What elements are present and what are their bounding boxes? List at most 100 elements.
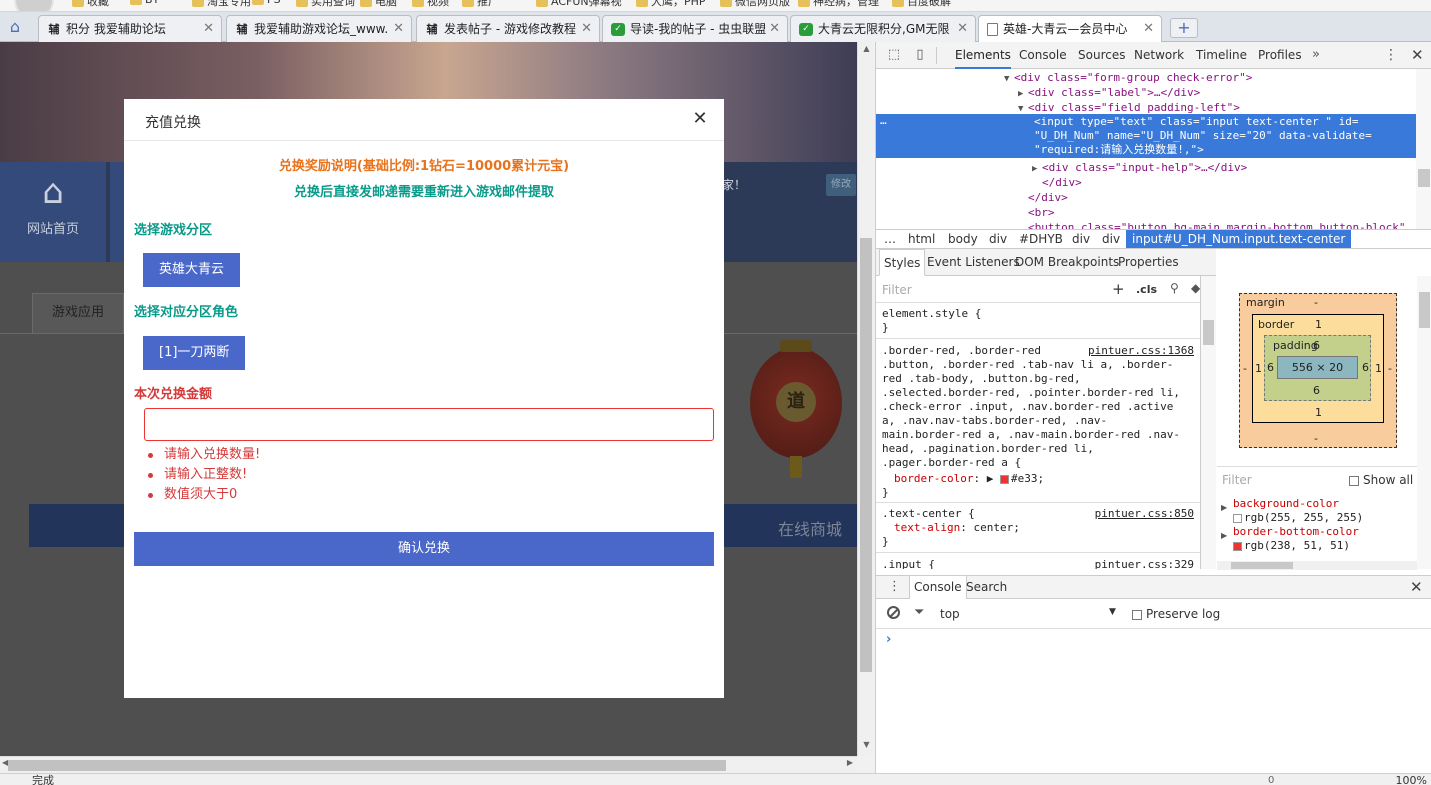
bookmark-item[interactable]: 推广 [462, 0, 499, 9]
rule-source-link[interactable]: pintuer.css:1368 [1088, 344, 1194, 358]
margin-right[interactable]: - [1388, 362, 1392, 375]
bookmark-item[interactable]: PS [252, 0, 281, 6]
checkbox-icon[interactable] [1349, 475, 1359, 486]
new-tab-button[interactable]: + [1170, 18, 1198, 38]
close-icon[interactable]: ✕ [393, 16, 404, 42]
pin-icon[interactable]: ⚲ [1170, 281, 1179, 295]
browser-tab[interactable]: ✓ 大青云无限积分,GM无限 ✕ [790, 15, 976, 42]
close-icon[interactable]: ✕ [957, 16, 968, 42]
margin-top[interactable]: - [1314, 296, 1318, 309]
subtab-dom-breakpoints[interactable]: DOM Breakpoints [1015, 249, 1119, 276]
tab-timeline[interactable]: Timeline [1196, 42, 1247, 69]
breadcrumb-item[interactable]: input#U_DH_Num.input.text-center [1126, 230, 1352, 248]
nav-item-2[interactable] [110, 162, 124, 262]
close-icon[interactable]: ✕ [203, 16, 214, 42]
margin-bottom[interactable]: - [1314, 432, 1318, 445]
page-horizontal-scrollbar[interactable]: ◀ ▶ [0, 756, 857, 773]
dom-node[interactable]: <br> [876, 205, 1416, 220]
page-vertical-scrollbar[interactable]: ▲ ▼ [857, 42, 874, 756]
close-icon[interactable]: ✕ [769, 16, 780, 42]
padding-bottom[interactable]: 6 [1313, 384, 1320, 397]
inspect-icon[interactable]: ⬚ [886, 47, 902, 63]
devtools-close-icon[interactable]: ✕ [1411, 46, 1424, 64]
breadcrumb-item[interactable]: #DHYB [1019, 230, 1063, 248]
dom-node[interactable]: ▶ <div class="input-help">…</div> [876, 160, 1416, 175]
computed-filter-input[interactable]: Filter [1222, 473, 1252, 487]
expand-triangle-icon[interactable]: ▶ [1221, 503, 1227, 512]
scrollbar-thumb[interactable] [1231, 562, 1293, 569]
browser-tab[interactable]: 辅我爱辅助游戏论坛_www. ✕ [226, 15, 412, 42]
breadcrumb-item[interactable]: div [1072, 230, 1090, 248]
dom-tree[interactable]: … <input type="text" class="input text-c… [876, 69, 1416, 229]
tab-elements[interactable]: Elements [955, 42, 1011, 69]
breadcrumb-item[interactable]: div [1102, 230, 1120, 248]
subtab-styles[interactable]: Styles [879, 249, 926, 276]
browser-tab[interactable]: 辅积分 我爱辅助论坛 ✕ [38, 15, 222, 42]
computed-hscrollbar[interactable] [1217, 561, 1417, 570]
add-rule-icon[interactable]: + [1112, 280, 1125, 298]
drawer-close-icon[interactable]: ✕ [1410, 578, 1423, 596]
scrollbar-thumb[interactable] [8, 760, 726, 771]
rule-source-link[interactable]: pintuer.css:329 [1095, 558, 1194, 569]
browser-tab[interactable]: ✓ 导读-我的帖子 - 虫虫联盟 ✕ [602, 15, 788, 42]
home-icon[interactable]: ⌂ [5, 17, 25, 37]
browser-tab[interactable]: 英雄-大青云—会员中心 ✕ [978, 15, 1162, 43]
console-prompt-icon[interactable]: › [886, 632, 891, 647]
expand-triangle-icon[interactable]: ▶ [1221, 531, 1227, 540]
more-tabs-icon[interactable]: » [1312, 47, 1320, 62]
bookmark-item[interactable]: 大鹰，PHP [636, 0, 706, 9]
drawer-tab-console[interactable]: Console [909, 576, 967, 599]
box-content[interactable]: 556 × 20 [1277, 356, 1358, 379]
nav-edit-button[interactable]: 修改 [826, 174, 856, 196]
drawer-menu-icon[interactable]: ⋮ [888, 579, 901, 594]
scrollbar-thumb[interactable] [860, 238, 872, 672]
subtab-properties[interactable]: Properties [1118, 249, 1179, 276]
console-context-select[interactable]: top [940, 607, 960, 621]
bookmark-item[interactable]: 电脑 [360, 0, 397, 9]
bookmark-item[interactable]: 淘宝专用 [192, 0, 251, 9]
selected-dom-node[interactable]: … <input type="text" class="input text-c… [876, 114, 1416, 158]
bookmark-item[interactable]: 百度破解 [892, 0, 951, 9]
preserve-log-checkbox[interactable]: Preserve log [1132, 607, 1220, 621]
margin-left[interactable]: - [1243, 362, 1247, 375]
clear-console-icon[interactable] [887, 606, 900, 619]
border-bottom[interactable]: 1 [1315, 406, 1322, 419]
tab-profiles[interactable]: Profiles [1258, 42, 1302, 69]
dom-node[interactable]: ▼ <div class="form-group check-error"> [876, 70, 1416, 85]
scrollbar-thumb[interactable] [1203, 320, 1214, 345]
styles-scrollbar[interactable] [1201, 276, 1216, 569]
styles-filter-input[interactable]: Filter [882, 283, 912, 297]
property-name[interactable]: text-align [894, 521, 960, 534]
mall-label[interactable]: 在线商城 [778, 516, 842, 540]
dom-scrollbar[interactable] [1416, 69, 1431, 229]
bookmark-item[interactable]: 微信网页版 [720, 0, 790, 9]
bookmark-item[interactable]: BT [130, 0, 159, 6]
padding-top[interactable]: 6 [1313, 339, 1320, 352]
property-value[interactable]: #e33; [1011, 472, 1044, 485]
zoom-level[interactable]: 100% [1396, 774, 1427, 785]
scroll-down-icon[interactable]: ▼ [858, 740, 875, 754]
bookmark-item[interactable]: ACFUN弹幕视 [536, 0, 622, 9]
device-mode-icon[interactable]: ▯ [912, 47, 928, 63]
devtools-menu-icon[interactable]: ⋮ [1384, 47, 1398, 63]
dom-node[interactable]: </div> [876, 190, 1416, 205]
scroll-up-icon[interactable]: ▲ [858, 44, 875, 58]
show-all-checkbox[interactable]: Show all [1349, 473, 1413, 487]
tab-network[interactable]: Network [1134, 42, 1184, 69]
computed-property[interactable]: border-bottom-color [1233, 525, 1359, 538]
chevron-down-icon[interactable]: ▼ [1109, 607, 1116, 617]
border-left[interactable]: 1 [1255, 362, 1262, 375]
computed-property[interactable]: background-color [1233, 497, 1339, 510]
bookmark-item[interactable]: 神经病，管理 [798, 0, 879, 9]
role-select-button[interactable]: [1]一刀两断 [143, 336, 246, 370]
close-icon[interactable]: ✕ [581, 16, 592, 42]
padding-left[interactable]: 6 [1267, 361, 1274, 374]
bookmark-item[interactable]: 视频 [412, 0, 449, 9]
dom-node[interactable]: ▼ <div class="field padding-left"> [876, 100, 1416, 115]
browser-tab[interactable]: 辅发表帖子 - 游戏修改教程 ✕ [416, 15, 600, 42]
property-value[interactable]: center; [973, 521, 1019, 534]
close-icon[interactable]: ✕ [1143, 16, 1154, 42]
tab-game-apps[interactable]: 游戏应用 [32, 293, 124, 333]
cls-toggle[interactable]: .cls [1136, 283, 1157, 296]
checkbox-icon[interactable] [1132, 609, 1142, 620]
